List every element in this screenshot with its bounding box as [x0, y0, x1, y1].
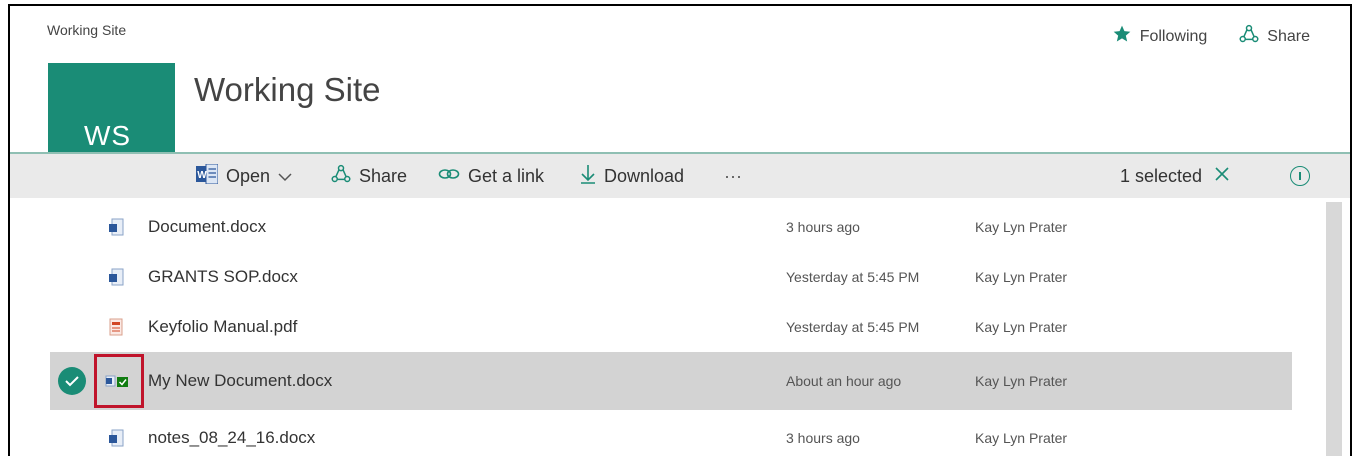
following-label: Following — [1139, 27, 1208, 45]
file-author: Kay Lyn Prater — [975, 319, 1068, 335]
file-modified: 3 hours ago — [786, 219, 860, 235]
table-row[interactable]: GRANTS SOP.docx Yesterday at 5:45 PM Kay… — [50, 252, 1292, 302]
breadcrumb[interactable]: Working Site — [47, 22, 126, 38]
table-row-selected[interactable]: My New Document.docx About an hour ago K… — [50, 352, 1292, 410]
selection-count: 1 selected — [1120, 165, 1203, 186]
selection-status: 1 selected — [1120, 154, 1230, 198]
scrollbar[interactable] — [1326, 202, 1342, 456]
document-list: Document.docx 3 hours ago Kay Lyn Prater… — [50, 202, 1292, 456]
close-icon[interactable] — [1214, 166, 1230, 187]
download-label: Download — [604, 165, 685, 186]
download-button[interactable]: Download — [580, 154, 684, 198]
sharepoint-window: Working Site Following Share WS Working … — [8, 4, 1352, 456]
info-icon[interactable] — [1290, 166, 1310, 186]
table-row[interactable]: Document.docx 3 hours ago Kay Lyn Prater — [50, 202, 1292, 252]
file-author: Kay Lyn Prater — [975, 269, 1068, 285]
more-label: ··· — [724, 165, 742, 186]
word-icon: W — [196, 163, 219, 189]
pdf-file-icon — [106, 317, 126, 337]
file-modified: About an hour ago — [786, 373, 902, 389]
file-name[interactable]: GRANTS SOP.docx — [148, 267, 298, 287]
table-row[interactable]: notes_08_24_16.docx 3 hours ago Kay Lyn … — [50, 410, 1292, 456]
file-author: Kay Lyn Prater — [975, 430, 1068, 446]
file-modified: 3 hours ago — [786, 430, 860, 446]
page-title[interactable]: Working Site — [194, 71, 380, 109]
chevron-down-icon — [278, 166, 292, 187]
file-name[interactable]: Keyfolio Manual.pdf — [148, 317, 297, 337]
share-button[interactable]: Share — [331, 154, 407, 198]
checkmark-icon[interactable] — [58, 367, 86, 395]
top-actions: Following Share — [1112, 24, 1310, 49]
table-row[interactable]: Keyfolio Manual.pdf Yesterday at 5:45 PM… — [50, 302, 1292, 352]
open-button[interactable]: W Open — [196, 154, 292, 198]
file-author: Kay Lyn Prater — [975, 219, 1068, 235]
file-modified: Yesterday at 5:45 PM — [786, 269, 920, 285]
star-icon — [1112, 24, 1132, 49]
get-link-label: Get a link — [468, 165, 545, 186]
following-button[interactable]: Following — [1112, 24, 1208, 49]
share-icon — [331, 164, 351, 189]
share-site-label: Share — [1267, 27, 1310, 45]
file-modified: Yesterday at 5:45 PM — [786, 319, 920, 335]
word-file-icon — [106, 217, 126, 237]
share-label: Share — [359, 165, 408, 186]
svg-text:W: W — [197, 170, 207, 181]
open-label: Open — [226, 165, 271, 186]
site-logo-initials: WS — [84, 120, 132, 151]
share-icon — [1239, 24, 1259, 49]
word-file-icon — [106, 267, 126, 287]
share-site-button[interactable]: Share — [1239, 24, 1310, 49]
download-icon — [580, 164, 596, 189]
command-bar: W Open Share Get a link Download ··· 1 s… — [10, 152, 1350, 198]
word-file-icon — [106, 428, 126, 448]
link-icon — [438, 166, 460, 187]
file-name[interactable]: Document.docx — [148, 217, 266, 237]
checked-out-file-icon — [104, 371, 130, 391]
more-button[interactable]: ··· — [724, 154, 742, 198]
file-name[interactable]: notes_08_24_16.docx — [148, 428, 315, 448]
get-link-button[interactable]: Get a link — [438, 154, 544, 198]
file-author: Kay Lyn Prater — [975, 373, 1068, 389]
file-name[interactable]: My New Document.docx — [148, 371, 332, 391]
